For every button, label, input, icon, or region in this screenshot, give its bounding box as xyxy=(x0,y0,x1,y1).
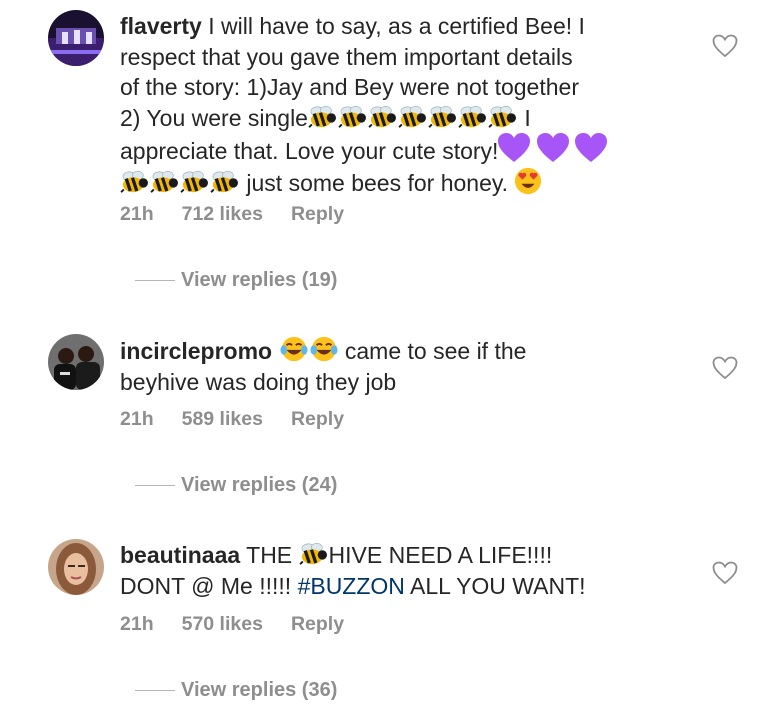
bee-emoji xyxy=(180,169,210,195)
bee-emoji xyxy=(458,104,488,130)
avatar[interactable] xyxy=(48,10,104,66)
heart-icon[interactable] xyxy=(712,34,738,58)
purple-heart-emoji xyxy=(537,133,569,163)
comment-line: DONT @ Me !!!!! xyxy=(120,572,292,599)
view-replies-button[interactable]: View replies (19) xyxy=(135,269,337,292)
replies-divider xyxy=(135,485,175,487)
replies-divider xyxy=(135,690,175,692)
likes-count[interactable]: 712 likes xyxy=(182,203,263,225)
bee-emoji xyxy=(308,104,338,130)
bee-emoji xyxy=(338,104,368,130)
comment-line: HIVE NEED A LIFE!!!! xyxy=(328,542,553,568)
view-replies-label: View replies (19) xyxy=(181,269,338,291)
view-replies-label: View replies (36) xyxy=(181,679,338,701)
comment-line: appreciate that. Love your cute story! xyxy=(120,138,499,164)
username[interactable]: incirclepromo xyxy=(120,338,272,364)
comment-line: I will have to say, as a certified Bee! … xyxy=(208,13,585,39)
username[interactable]: flaverty xyxy=(120,13,202,39)
comment-text: beautinaaa THE HIVE NEED A LIFE!!!! DONT… xyxy=(120,540,680,601)
comment-meta: 21h 712 likes Reply xyxy=(120,203,372,226)
comment-line: beyhive was doing they job xyxy=(120,368,397,395)
comment-line: of the story: 1)Jay and Bey were not tog… xyxy=(120,74,579,100)
bee-emoji xyxy=(210,169,240,195)
comment-line: respect that you gave them important det… xyxy=(120,43,573,70)
likes-count[interactable]: 570 likes xyxy=(182,613,263,635)
bee-emoji-row xyxy=(308,105,518,131)
comment-text: incirclepromo came to see if the beyhive… xyxy=(120,335,680,397)
heart-icon[interactable] xyxy=(712,356,738,380)
replies-divider xyxy=(135,280,175,282)
bee-emoji xyxy=(299,541,329,567)
timestamp: 21h xyxy=(120,613,154,635)
reply-button[interactable]: Reply xyxy=(291,613,344,635)
comment-line: THE xyxy=(246,542,293,568)
comment-line: came to see if the xyxy=(344,338,527,364)
timestamp: 21h xyxy=(120,408,154,430)
comment-text: flaverty I will have to say, as a certif… xyxy=(120,11,680,198)
view-replies-button[interactable]: View replies (24) xyxy=(135,474,337,497)
bee-emoji xyxy=(398,104,428,130)
likes-count[interactable]: 589 likes xyxy=(182,408,263,430)
comment-line: just some bees for honey. xyxy=(246,169,509,196)
avatar[interactable] xyxy=(48,539,104,595)
comment-line: I xyxy=(524,104,531,131)
bee-emoji xyxy=(368,104,398,130)
hashtag-link[interactable]: #BUZZON xyxy=(298,573,405,599)
reply-button[interactable]: Reply xyxy=(291,203,344,225)
comment-line: ALL YOU WANT! xyxy=(410,572,586,599)
tears-of-joy-emoji xyxy=(309,335,339,363)
bee-emoji xyxy=(428,104,458,130)
comment-meta: 21h 589 likes Reply xyxy=(120,408,372,431)
bee-emoji xyxy=(150,169,180,195)
username[interactable]: beautinaaa xyxy=(120,542,240,568)
timestamp: 21h xyxy=(120,203,154,225)
purple-heart-emoji xyxy=(498,133,530,163)
view-replies-label: View replies (24) xyxy=(181,474,338,496)
reply-button[interactable]: Reply xyxy=(291,408,344,430)
bee-emoji xyxy=(120,169,150,195)
tears-of-joy-emoji xyxy=(279,335,309,363)
purple-heart-emoji xyxy=(575,133,607,163)
comment-line: 2) You were single xyxy=(120,104,308,131)
bee-emoji xyxy=(488,104,518,130)
view-replies-button[interactable]: View replies (36) xyxy=(135,679,337,702)
heart-eyes-emoji xyxy=(514,167,542,195)
heart-icon[interactable] xyxy=(712,561,738,585)
avatar[interactable] xyxy=(48,334,104,390)
comment-meta: 21h 570 likes Reply xyxy=(120,613,372,636)
